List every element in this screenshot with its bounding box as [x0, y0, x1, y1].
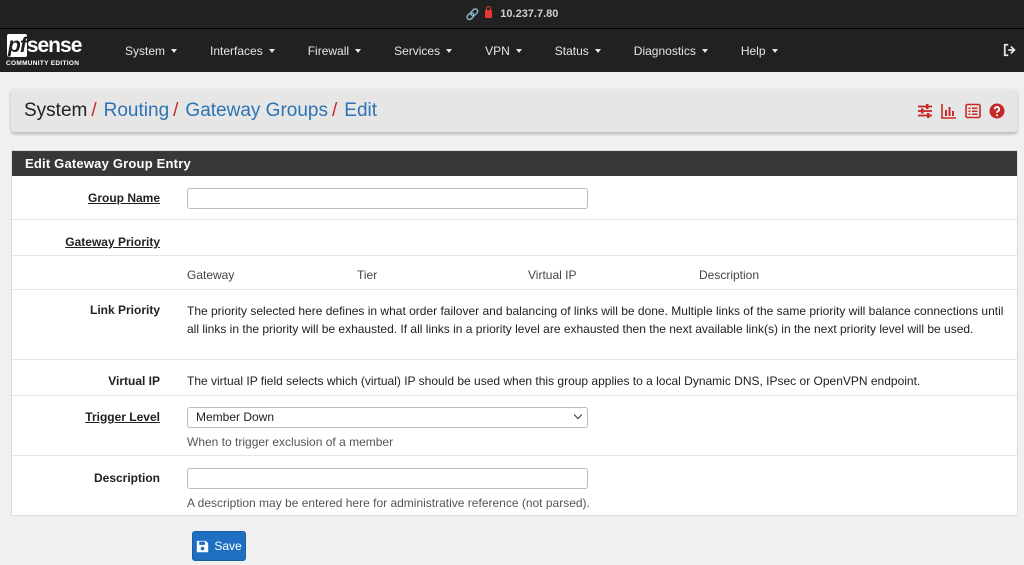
logo-text: pfsense [7, 33, 82, 57]
breadcrumb-separator: / [173, 99, 179, 121]
gateway-columns-row: Gateway Tier Virtual IP Description [12, 255, 1017, 289]
description-help: A description may be entered here for ad… [187, 496, 590, 510]
menu-firewall[interactable]: Firewall [308, 44, 377, 58]
menu-status[interactable]: Status [555, 44, 617, 58]
caret-down-icon [594, 48, 601, 53]
main-menu: System Interfaces Firewall Services VPN … [125, 29, 811, 73]
caret-down-icon [171, 48, 178, 53]
description-label: Description [93, 471, 160, 485]
column-virtual-ip: Virtual IP [528, 268, 577, 282]
browser-url-bar[interactable]: 🔗 10.237.7.80 [0, 0, 1024, 28]
menu-interfaces[interactable]: Interfaces [210, 44, 291, 58]
virtual-ip-label: Virtual IP [108, 374, 160, 388]
virtual-ip-text: The virtual IP field selects which (virt… [187, 374, 921, 388]
url-text[interactable]: 10.237.7.80 [500, 8, 558, 20]
edit-gateway-group-panel: Edit Gateway Group Entry Group Name Gate… [11, 150, 1018, 516]
save-icon [197, 540, 209, 552]
gateway-priority-row: Gateway Priority [12, 219, 1017, 255]
link-priority-label: Link Priority [89, 303, 160, 317]
breadcrumb-separator: / [332, 99, 338, 121]
trigger-level-select[interactable]: Member Down [187, 407, 588, 428]
logout-icon[interactable] [1003, 43, 1017, 57]
link-icon: 🔗 [465, 8, 480, 21]
breadcrumb-edit[interactable]: Edit [344, 100, 377, 122]
help-icon[interactable] [989, 103, 1005, 119]
sliders-icon[interactable] [917, 103, 933, 119]
trigger-level-row: Trigger Level Member Down When to trigge… [12, 395, 1017, 455]
menu-vpn[interactable]: VPN [485, 44, 538, 58]
caret-down-icon [446, 48, 453, 53]
caret-down-icon [701, 48, 708, 53]
caret-down-icon [268, 48, 275, 53]
trigger-level-selected: Member Down [196, 410, 275, 424]
chevron-down-icon [573, 410, 583, 420]
trigger-level-label: Trigger Level [85, 410, 160, 424]
description-row: Description A description may be entered… [12, 455, 1017, 516]
breadcrumb: System / Routing / Gateway Groups / Edit [24, 100, 377, 122]
caret-down-icon [355, 48, 362, 53]
lock-icon [485, 6, 493, 18]
group-name-label: Group Name [87, 191, 160, 205]
panel-title: Edit Gateway Group Entry [12, 151, 1017, 176]
breadcrumb-gateway-groups[interactable]: Gateway Groups [185, 100, 328, 122]
link-priority-text: The priority selected here defines in wh… [187, 304, 1004, 336]
description-input[interactable] [187, 468, 588, 489]
caret-down-icon [771, 48, 778, 53]
pfsense-logo[interactable]: pfsense COMMUNITY EDITION [0, 29, 104, 73]
logo-edition: COMMUNITY EDITION [6, 59, 80, 67]
breadcrumb-tools [917, 103, 1005, 119]
menu-diagnostics[interactable]: Diagnostics [634, 44, 724, 58]
virtual-ip-row: Virtual IP The virtual IP field selects … [12, 359, 1017, 395]
gateway-priority-label: Gateway Priority [65, 235, 160, 249]
breadcrumb-system: System [24, 99, 88, 121]
column-tier: Tier [357, 268, 378, 282]
breadcrumb-bar: System / Routing / Gateway Groups / Edit [11, 89, 1017, 132]
save-button[interactable]: Save [192, 531, 246, 561]
bar-chart-icon[interactable] [941, 103, 957, 119]
column-description: Description [699, 268, 760, 282]
list-icon[interactable] [965, 103, 981, 119]
menu-help[interactable]: Help [741, 44, 794, 58]
column-gateway: Gateway [187, 268, 235, 282]
link-priority-row: Link Priority The priority selected here… [12, 289, 1017, 359]
breadcrumb-separator: / [91, 99, 97, 121]
group-name-input[interactable] [187, 188, 588, 209]
top-navbar: pfsense COMMUNITY EDITION System Interfa… [0, 28, 1024, 72]
trigger-level-help: When to trigger exclusion of a member [187, 435, 394, 449]
group-name-row: Group Name [12, 176, 1017, 219]
menu-system[interactable]: System [125, 44, 193, 58]
breadcrumb-routing[interactable]: Routing [104, 100, 170, 122]
caret-down-icon [515, 48, 522, 53]
save-label: Save [214, 539, 242, 553]
menu-services[interactable]: Services [394, 44, 468, 58]
